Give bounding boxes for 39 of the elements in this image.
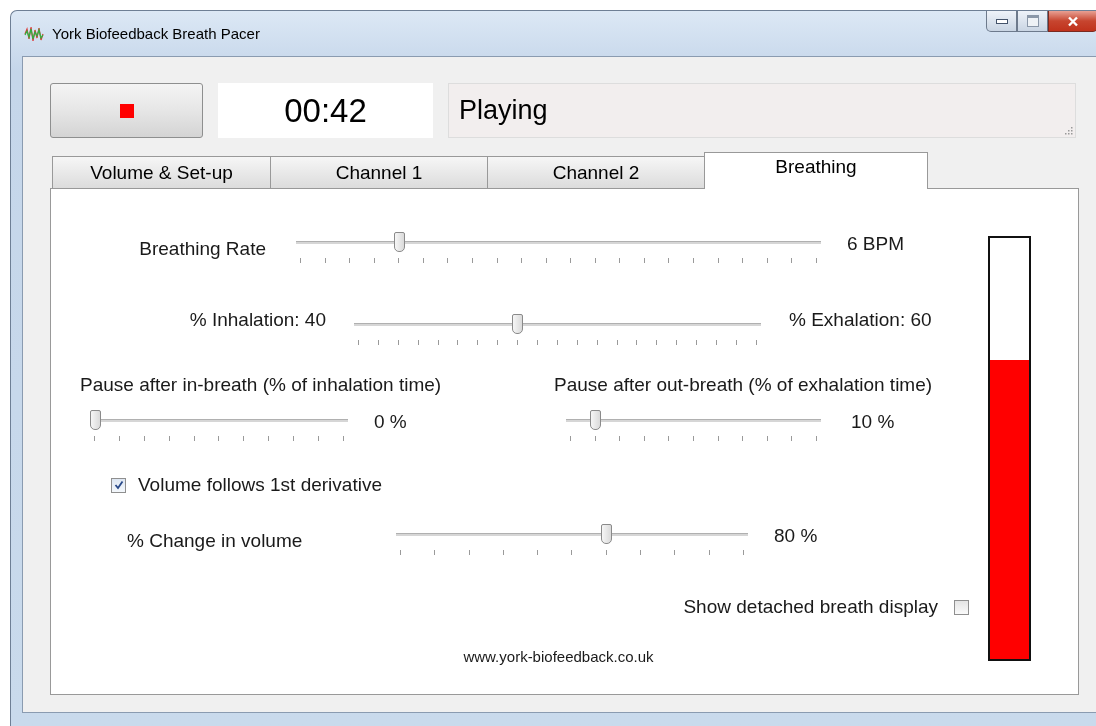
tab[interactable]: Breathing: [704, 152, 928, 189]
tab[interactable]: Volume & Set-up: [52, 156, 271, 188]
slider-value: % Exhalation: 60: [789, 309, 932, 331]
website-link[interactable]: www.york-biofeedback.co.uk: [463, 648, 654, 665]
maximize-button[interactable]: [1017, 11, 1048, 32]
slider-label: % Change in volume: [126, 530, 304, 552]
slider-thumb[interactable]: [393, 232, 405, 252]
resize-grip-icon: [1063, 125, 1073, 135]
slider-value: 0 %: [374, 411, 407, 433]
slider-thumb[interactable]: [90, 410, 101, 430]
checkbox[interactable]: [954, 599, 969, 615]
tab[interactable]: Channel 2: [487, 156, 705, 188]
minimize-button[interactable]: [986, 11, 1017, 32]
checkbox[interactable]: [111, 477, 126, 493]
slider-label: Pause after in-breath (% of inhalation time): [80, 374, 443, 396]
slider-thumb[interactable]: [590, 410, 602, 430]
stop-button[interactable]: [50, 83, 203, 138]
slider-value: 6 BPM: [847, 233, 905, 255]
slider-label: Pause after out-breath (% of exhalation time): [554, 374, 933, 396]
slider-value: 80 %: [774, 525, 818, 547]
checkbox-label: Show detached breath display: [683, 596, 938, 618]
slider[interactable]: [90, 410, 348, 442]
checkbox-label: Volume follows 1st derivative: [138, 474, 382, 496]
slider[interactable]: [296, 232, 821, 264]
slider[interactable]: [566, 410, 821, 442]
slider-label: Breathing Rate: [138, 238, 266, 260]
tab[interactable]: Channel 1: [270, 156, 488, 188]
status-display: Playing: [448, 83, 1076, 138]
close-button[interactable]: [1048, 11, 1096, 32]
slider[interactable]: [396, 524, 748, 556]
slider-thumb[interactable]: [512, 314, 524, 334]
wave-icon: [24, 24, 44, 43]
slider-label: % Inhalation: 40: [188, 309, 326, 331]
close-icon: [1067, 15, 1079, 27]
slider-thumb[interactable]: [600, 524, 612, 544]
slider[interactable]: [354, 314, 761, 346]
timer-display: 00:42: [218, 83, 433, 138]
window-title: York Biofeedback Breath Pacer: [52, 25, 260, 42]
slider-value: 10 %: [851, 411, 895, 433]
